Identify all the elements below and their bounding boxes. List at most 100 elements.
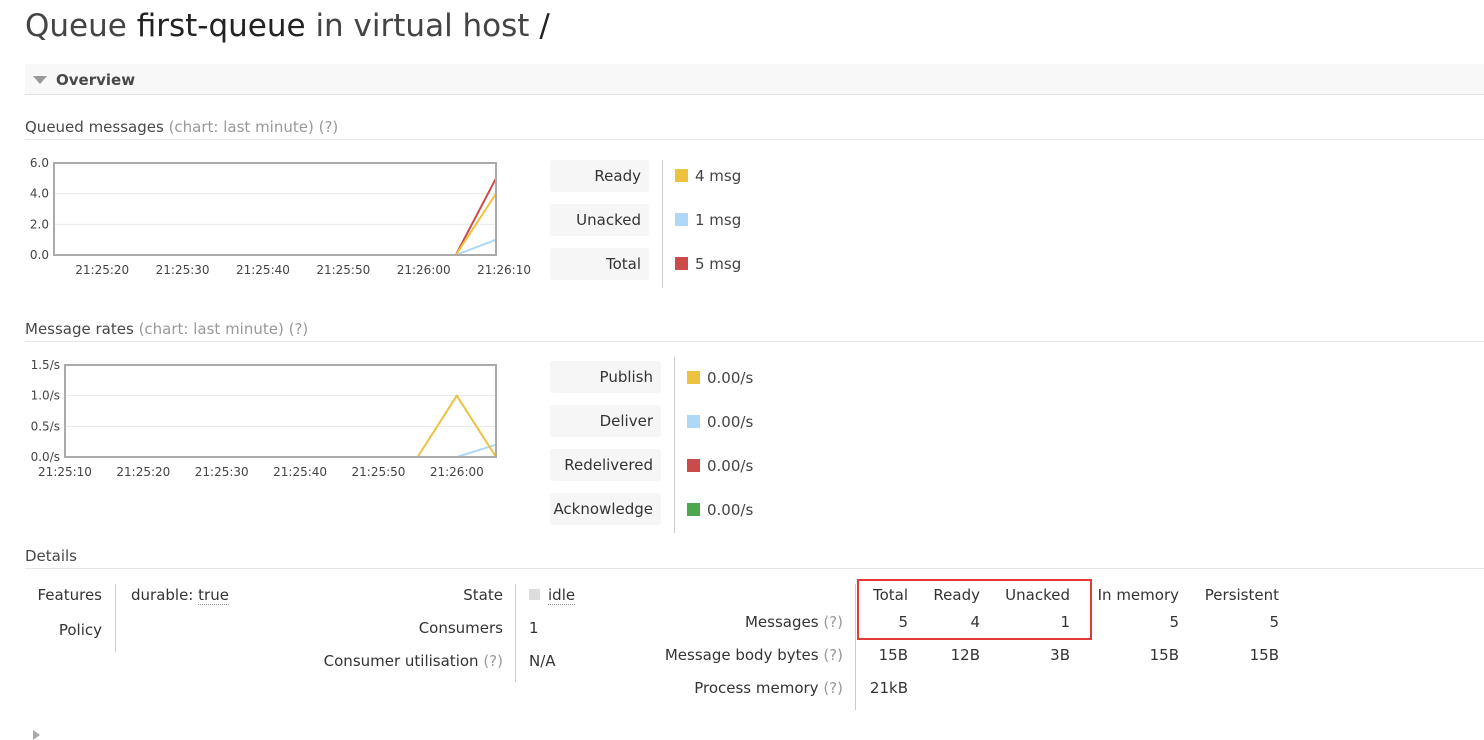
utilisation-value: N/A <box>529 652 556 670</box>
x-tick-label: 21:26:00 <box>430 465 484 479</box>
publish-value-text: 0.00/s <box>707 369 754 387</box>
consumer-utilisation-label: Consumer utilisation (?) <box>260 652 503 670</box>
utilisation-label-text: Consumer utilisation <box>323 652 479 670</box>
process-memory-help[interactable]: (?) <box>823 679 843 697</box>
legend-deliver-value: 0.00/s <box>687 413 753 431</box>
body-bytes-in-memory: 15B <box>1149 646 1179 664</box>
details-heading: Details <box>25 547 1484 569</box>
overview-label: Overview <box>56 71 136 89</box>
y-tick-label: 1.0/s <box>31 389 60 403</box>
legend-redelivered-value: 0.00/s <box>687 457 753 475</box>
overview-section-toggle[interactable]: Overview <box>25 64 1484 95</box>
utilisation-help[interactable]: (?) <box>483 652 503 670</box>
body-bytes-label-text: Message body bytes <box>664 646 819 664</box>
messages-persistent: 5 <box>1269 613 1279 631</box>
x-tick-label: 21:25:30 <box>156 263 210 277</box>
x-tick-label: 21:25:40 <box>273 465 327 479</box>
body-bytes-persistent: 15B <box>1249 646 1279 664</box>
legend-publish-label: Publish <box>550 361 661 393</box>
legend-divider <box>662 160 663 288</box>
message-rates-note[interactable]: (chart: last minute) (?) <box>139 320 309 338</box>
features-label: Features <box>37 586 103 604</box>
legend-total-label: Total <box>550 248 649 280</box>
body-bytes-total: 15B <box>878 646 908 664</box>
queued-messages-note[interactable]: (chart: last minute) (?) <box>169 118 339 136</box>
state-label: State <box>463 586 503 604</box>
legend-divider <box>674 357 675 533</box>
legend-ready-label: Ready <box>550 160 649 192</box>
plot-frame <box>64 364 497 458</box>
state-value: idle <box>529 586 576 605</box>
ready-value-text: 4 msg <box>695 167 742 185</box>
queued-messages-heading: Queued messages (chart: last minute) (?) <box>25 118 1484 140</box>
y-tick-label: 0.5/s <box>31 419 60 433</box>
state-idle[interactable]: idle <box>548 586 576 605</box>
y-tick-label: 1.5/s <box>31 358 60 372</box>
messages-help[interactable]: (?) <box>823 613 843 631</box>
col-in-memory-header: In memory <box>1097 586 1179 604</box>
unacked-swatch <box>675 213 688 226</box>
message-rates-heading: Message rates (chart: last minute) (?) <box>25 320 1484 342</box>
highlight-box <box>857 579 1092 640</box>
durable-value[interactable]: true <box>198 586 229 605</box>
series-line-deliver <box>65 443 497 458</box>
legend-unacked-label: Unacked <box>550 204 649 236</box>
message-rates-title: Message rates <box>25 320 134 338</box>
legend-acknowledge-label: Acknowledge <box>550 493 661 525</box>
x-tick-label: 21:25:40 <box>236 263 290 277</box>
body-bytes-row-label: Message body bytes (?) <box>600 646 843 664</box>
consumers-label: Consumers <box>418 619 503 637</box>
body-bytes-help[interactable]: (?) <box>823 646 843 664</box>
details-title: Details <box>25 547 78 565</box>
process-memory-total: 21kB <box>869 679 908 697</box>
legend-ready-value: 4 msg <box>675 167 741 185</box>
col-persistent-header: Persistent <box>1204 586 1279 604</box>
message-rates-chart: 0.0/s 0.5/s 1.0/s 1.5/s 21:25:10 21:25:20 21:2… <box>25 358 530 485</box>
legend-acknowledge-value: 0.00/s <box>687 501 753 519</box>
messages-in-memory: 5 <box>1169 613 1179 631</box>
ready-swatch <box>675 169 688 182</box>
page-title: Queue first-queue in virtual host / <box>25 8 550 44</box>
legend-unacked-value: 1 msg <box>675 211 741 229</box>
process-memory-label-text: Process memory <box>694 679 819 697</box>
y-tick-label: 2.0 <box>30 217 49 231</box>
redelivered-swatch <box>687 459 700 472</box>
deliver-swatch <box>687 415 700 428</box>
body-bytes-ready: 12B <box>950 646 980 664</box>
y-tick-label: 4.0 <box>30 187 49 201</box>
series-line-unacked <box>54 238 497 256</box>
y-tick-label: 0.0/s <box>31 450 60 464</box>
legend-deliver-label: Deliver <box>550 405 661 437</box>
y-tick-label: 6.0 <box>30 156 49 170</box>
plot-frame <box>53 162 497 256</box>
state-indicator-icon <box>529 589 540 600</box>
messages-row-label: Messages (?) <box>600 613 843 631</box>
consumers-value: 1 <box>529 619 539 637</box>
policy-label: Policy <box>58 621 102 639</box>
features-value: durable: true <box>131 586 229 605</box>
title-prefix: Queue <box>25 8 137 44</box>
queued-messages-legend: Ready Unacked Total 4 msg 1 msg 5 msg <box>550 160 750 288</box>
features-key: durable: <box>131 586 194 604</box>
x-tick-label: 21:26:00 <box>397 263 451 277</box>
state-divider <box>515 584 516 682</box>
x-tick-label: 21:25:30 <box>195 465 249 479</box>
x-tick-label: 21:25:20 <box>116 465 170 479</box>
collapsed-section-triangle-icon[interactable] <box>33 730 40 740</box>
message-rates-chart-svg: 0.0/s 0.5/s 1.0/s 1.5/s 21:25:10 21:25:20 21:2… <box>31 358 497 479</box>
y-tick-label: 0.0 <box>30 248 49 262</box>
queue-name: first-queue <box>136 8 306 44</box>
vhost-name: / <box>539 8 550 44</box>
total-value-text: 5 msg <box>695 255 742 273</box>
title-mid: in virtual host <box>305 8 540 44</box>
legend-publish-value: 0.00/s <box>687 369 753 387</box>
x-tick-label: 21:26:10 <box>477 263 531 277</box>
message-rates-legend: Publish Deliver Redelivered Acknowledge … <box>550 357 770 533</box>
queued-messages-chart-svg: 0.0 2.0 4.0 6.0 21:25:20 21:25:30 21:25:40 21:2… <box>30 156 531 277</box>
queued-messages-chart: 0.0 2.0 4.0 6.0 21:25:20 21:25:30 21:25:40 21:2… <box>25 156 531 283</box>
redelivered-value-text: 0.00/s <box>707 457 754 475</box>
queued-messages-title: Queued messages <box>25 118 164 136</box>
legend-total-value: 5 msg <box>675 255 741 273</box>
x-tick-label: 21:25:50 <box>352 465 406 479</box>
body-bytes-unacked: 3B <box>1050 646 1070 664</box>
